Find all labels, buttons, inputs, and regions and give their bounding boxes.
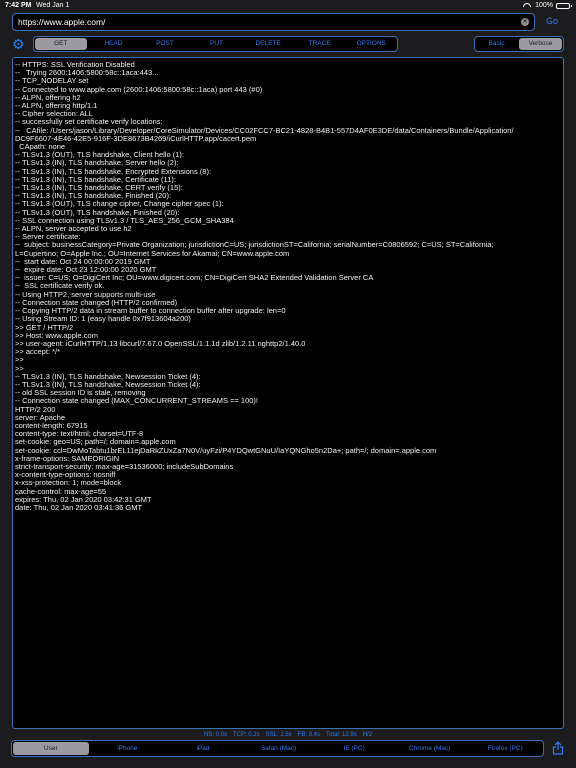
battery-icon xyxy=(556,3,572,9)
user-agent-segmented-control: User iPhone iPad Safari (Mac) IE (PC) Chrome … xyxy=(11,740,544,757)
log-line: -- TLSv1.3 (IN), TLS handshake, Encrypte… xyxy=(15,167,212,176)
status-bar: 7:42 PM Wed Jan 1 100% xyxy=(0,0,576,12)
log-line: strict-transport-security: max-age=31536… xyxy=(15,462,234,471)
log-line: -- TLSv1.3 (IN), TLS handshake, CERT ver… xyxy=(15,184,183,193)
method-get[interactable]: GET xyxy=(35,38,87,50)
log-line: content-length: 67915 xyxy=(15,421,88,430)
log-line: -- TLSv1.3 (IN), TLS handshake, Server h… xyxy=(15,159,179,168)
log-line: -- Using HTTP2, server supports multi-us… xyxy=(15,290,156,299)
log-line: -- Connected to www.apple.com (2600:1406… xyxy=(15,85,263,94)
status-right: 100% xyxy=(523,0,572,12)
timing-item: Total: 12.9s xyxy=(326,732,357,738)
log-line: -- TLSv1.3 (IN), TLS handshake, Certific… xyxy=(15,175,176,184)
log-line: >> xyxy=(15,364,24,373)
log-line: -- Trying 2600:1406:5800:58c::1aca:443..… xyxy=(15,69,159,78)
log-line: HTTP/2 200 xyxy=(15,405,56,414)
gear-icon[interactable]: ⚙ xyxy=(12,37,26,51)
timing-item: FB: 3.4s xyxy=(297,732,321,738)
status-time: 7:42 PM xyxy=(5,2,32,9)
log-line: -- TLSv1.3 (OUT), TLS change cipher, Cha… xyxy=(15,200,224,209)
log-line: -- expire date: Oct 23 12:00:00 2020 GMT xyxy=(15,266,157,275)
log-line: -- ALPN, server accepted to use h2 xyxy=(15,225,132,234)
share-icon[interactable] xyxy=(552,741,564,755)
url-field[interactable]: https://www.apple.com/ ✕ xyxy=(12,13,535,31)
log-line: -- Server certificate: xyxy=(15,233,81,242)
log-line: -- Connection state changed (HTTP/2 conf… xyxy=(15,298,178,307)
log-line: >> xyxy=(15,356,24,365)
log-line: -- Cipher selection: ALL xyxy=(15,110,93,119)
log-line: server: Apache xyxy=(15,413,66,422)
go-button[interactable]: Go xyxy=(546,16,558,26)
output-mode-segmented-control: Basic Verbose xyxy=(474,36,564,52)
log-line: expires: Thu, 02 Jan 2020 03:42:31 GMT xyxy=(15,495,152,504)
log-line: >> user-agent: iCurlHTTP/1.13 libcurl/7.… xyxy=(15,339,306,348)
log-line: content-type: text/html; charset=UTF-8 xyxy=(15,430,144,439)
log-line: x-xss-protection: 1; mode=block xyxy=(15,479,122,488)
timing-bar: NS: 0.0s TCP: 0.2s SSL: 2.5s FB: 3.4s Total:… xyxy=(0,731,576,739)
log-line: -- successfully set certificate verify l… xyxy=(15,118,163,127)
log-line: -- TLSv1.3 (OUT), TLS handshake, Client … xyxy=(15,151,184,160)
log-line: -- Using Stream ID: 1 (easy handle 0x7f9… xyxy=(15,315,191,324)
log-line: -- CAfile: /Users/jason/Library/Develope… xyxy=(15,126,514,135)
clear-icon[interactable]: ✕ xyxy=(521,18,529,26)
log-line: -- TLSv1.3 (IN), TLS handshake, Newsessi… xyxy=(15,380,201,389)
method-put[interactable]: PUT xyxy=(191,37,243,51)
log-line: -- TCP_NODELAY set xyxy=(15,77,89,86)
battery-percent: 100% xyxy=(535,2,553,9)
method-options[interactable]: OPTIONS xyxy=(345,37,397,51)
log-line: x-content-type-options: nosniff xyxy=(15,471,116,480)
wifi-icon xyxy=(523,3,532,9)
log-line: -- SSL certificate verify ok. xyxy=(15,282,105,291)
log-line: -- SSL connection using TLSv1.3 / TLS_AE… xyxy=(15,216,234,225)
method-trace[interactable]: TRACE xyxy=(294,37,346,51)
method-segmented-control: GET HEAD POST PUT DELETE TRACE OPTIONS xyxy=(33,36,398,52)
mode-verbose[interactable]: Verbose xyxy=(519,38,562,50)
log-lines: -- HTTPS: SSL Verification Disabled -- Tr… xyxy=(13,58,563,515)
log-line: set-cookie: geo=US; path=/; domain=.appl… xyxy=(15,438,176,447)
log-line: -- start date: Oct 24 00:00:00 2019 GMT xyxy=(15,257,151,266)
log-line: CApath: none xyxy=(15,143,66,152)
status-date: Wed Jan 1 xyxy=(36,2,70,9)
log-line: >> Host: www.apple.com xyxy=(15,331,98,340)
user-agent-chrome-mac[interactable]: Chrome (Mac) xyxy=(392,741,468,756)
log-line: -- TLSv1.3 (OUT), TLS handshake, Finishe… xyxy=(15,208,180,217)
log-line: -- old SSL session ID is stale, removing xyxy=(15,389,146,398)
user-agent-ipad[interactable]: iPad xyxy=(165,741,241,756)
user-agent-iphone[interactable]: iPhone xyxy=(90,741,166,756)
timing-item: H/2 xyxy=(362,732,373,738)
log-line: -- subject: businessCategory=Private Org… xyxy=(15,241,494,250)
log-line: date: Thu, 02 Jan 2020 03:41:36 GMT xyxy=(15,503,143,512)
method-post[interactable]: POST xyxy=(139,37,191,51)
log-line: -- HTTPS: SSL Verification Disabled xyxy=(15,61,135,69)
user-agent-firefox-pc[interactable]: Firefox (PC) xyxy=(467,741,543,756)
log-line: -- TLSv1.3 (IN), TLS handshake, Finished… xyxy=(15,192,172,201)
timing-item: SSL: 2.5s xyxy=(265,732,292,738)
log-line: -- ALPN, offering http/1.1 xyxy=(15,102,98,111)
user-agent-user[interactable]: User xyxy=(13,742,89,755)
user-agent-safari-mac[interactable]: Safari (Mac) xyxy=(241,741,317,756)
log-line: >> accept: */* xyxy=(15,348,61,357)
timing-item: TCP: 0.2s xyxy=(232,732,260,738)
method-delete[interactable]: DELETE xyxy=(242,37,294,51)
log-line: set-cookie: ccl=DwMoTabtu1brEL11ejDaRkZU… xyxy=(15,446,437,455)
user-agent-ie-pc[interactable]: IE (PC) xyxy=(316,741,392,756)
mode-basic[interactable]: Basic xyxy=(475,37,518,51)
response-log[interactable]: -- HTTPS: SSL Verification Disabled -- Tr… xyxy=(12,57,564,729)
log-line: DC9F6607-4E46-42E5-916F-3DE8673B4269/iCu… xyxy=(15,134,257,143)
log-line: -- Copying HTTP/2 data in stream buffer … xyxy=(15,307,286,316)
log-line: -- ALPN, offering h2 xyxy=(15,93,81,102)
log-line: -- TLSv1.3 (IN), TLS handshake, Newsessi… xyxy=(15,372,201,381)
log-line: cache-control: max-age=55 xyxy=(15,487,107,496)
log-line: -- issuer: C=US; O=DigiCert Inc; OU=www.… xyxy=(15,274,374,283)
timing-item: NS: 0.0s xyxy=(203,732,227,738)
method-head[interactable]: HEAD xyxy=(88,37,140,51)
log-line: x-frame-options: SAMEORIGIN xyxy=(15,454,120,463)
log-line: L=Cupertino; O=Apple Inc.; OU=Internet S… xyxy=(15,249,290,258)
log-line: >> GET / HTTP/2 xyxy=(15,323,74,332)
url-text: https://www.apple.com/ xyxy=(18,17,106,27)
log-line: -- Connection state changed (MAX_CONCURR… xyxy=(15,397,259,406)
